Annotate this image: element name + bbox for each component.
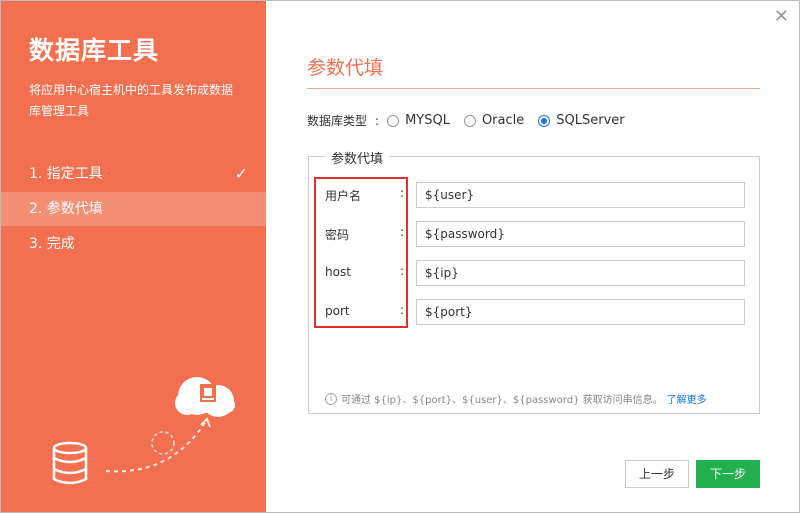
radio-label: MYSQL — [405, 113, 450, 128]
step-2[interactable]: 2. 参数代填 — [1, 192, 266, 226]
hint-text: i 可通过 ${ip}、${port}、${user}、${password} … — [325, 391, 707, 406]
database-cloud-illustration — [52, 377, 235, 485]
step-label: 2. 参数代填 — [29, 201, 103, 217]
db-type-selector: 数据库类型 : MYSQL Oracle SQLServer — [307, 112, 639, 129]
radio-label: Oracle — [481, 113, 525, 128]
radio-label: SQLServer — [556, 113, 625, 128]
dialog: 数据库工具 将应用中心宿主机中的工具发布成数据库管理工具 1. 指定工具 ✓ 2… — [0, 0, 800, 513]
title-divider — [307, 88, 760, 89]
prev-button[interactable]: 上一步 — [625, 460, 689, 488]
info-icon: i — [325, 392, 337, 405]
step-label: 1. 指定工具 — [29, 166, 103, 182]
params-legend: 参数代填 — [325, 148, 390, 167]
database-icon — [52, 441, 88, 485]
db-type-colon: : — [375, 113, 380, 128]
radio-oracle[interactable]: Oracle — [463, 113, 525, 128]
radio-mysql[interactable]: MYSQL — [387, 113, 450, 128]
step-label: 3. 完成 — [29, 236, 75, 252]
left-panel: 数据库工具 将应用中心宿主机中的工具发布成数据库管理工具 1. 指定工具 ✓ 2… — [1, 1, 266, 512]
radio-circle — [387, 114, 400, 127]
radio-circle — [538, 114, 551, 127]
radio-sqlserver[interactable]: SQLServer — [538, 113, 625, 128]
tool-title: 数据库工具 — [29, 36, 160, 65]
tool-description: 将应用中心宿主机中的工具发布成数据库管理工具 — [29, 83, 234, 118]
cloud-icon — [175, 377, 235, 417]
host-field[interactable] — [416, 260, 745, 286]
radio-circle — [463, 114, 476, 127]
page-title: 参数代填 — [307, 57, 384, 79]
close-icon[interactable]: ✕ — [774, 6, 789, 27]
password-field[interactable] — [416, 221, 745, 247]
db-type-label: 数据库类型 — [307, 114, 368, 128]
user-field[interactable] — [416, 182, 745, 208]
check-icon: ✓ — [234, 164, 248, 183]
port-field[interactable] — [416, 299, 745, 325]
next-button[interactable]: 下一步 — [696, 460, 760, 488]
step-1[interactable]: 1. 指定工具 ✓ — [1, 157, 266, 191]
learn-more-link[interactable]: 了解更多 — [667, 391, 707, 406]
hint-message: 可通过 ${ip}、${port}、${user}、${password} 获取… — [341, 395, 663, 406]
step-3[interactable]: 3. 完成 — [1, 227, 266, 261]
highlight-box — [314, 177, 408, 328]
